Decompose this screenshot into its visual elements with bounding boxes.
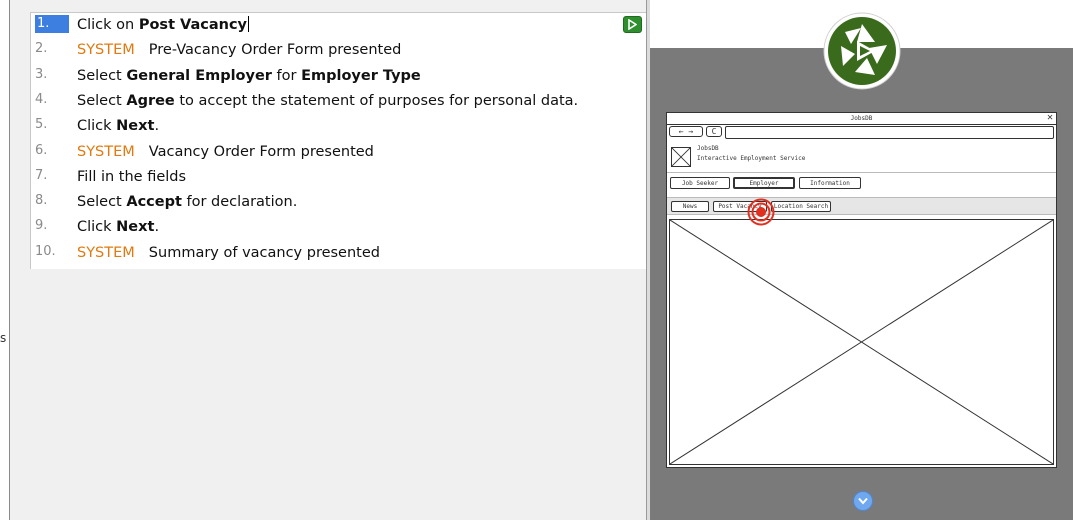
play-icon (628, 19, 637, 30)
forward-arrow-icon: → (688, 127, 694, 136)
wireframe-site-subtitle: Interactive Employment Service (697, 155, 806, 162)
steps-list[interactable]: 1. Click on Post Vacancy 2. SYSTEM Pre-Vacan… (30, 12, 646, 269)
system-tag: SYSTEM (77, 244, 135, 261)
step-number: 1. (35, 15, 69, 33)
wireframe-title-bar: JobsDB ✕ (667, 112, 1056, 125)
system-tag: SYSTEM (77, 42, 135, 59)
chevron-down-icon (858, 497, 868, 505)
text-caret (248, 16, 250, 32)
step-keyword: Next (116, 118, 155, 135)
wireframe-location-search-button: Location Search (771, 201, 831, 212)
step-number: 7. (35, 167, 48, 183)
wireframe-tab-job-seeker: Job Seeker (670, 177, 730, 189)
step-text-part: Click on (77, 17, 139, 33)
step-row[interactable]: 10. SYSTEM Summary of vacancy presented (31, 241, 646, 266)
wireframe-sub-toolbar: News Post Vacancy Location Search (667, 197, 1056, 215)
step-text: Select Accept for declaration. (77, 193, 297, 211)
step-row[interactable]: 1. Click on Post Vacancy (31, 13, 646, 38)
back-arrow-icon: ← (678, 127, 684, 136)
wireframe-back-forward: ← → (669, 126, 703, 137)
step-text-part: for declaration. (181, 194, 298, 211)
step-text: Select General Employer for Employer Typ… (77, 67, 421, 85)
step-number: 9. (35, 218, 48, 234)
step-text-part: . (154, 219, 160, 236)
step-number: 10. (35, 243, 56, 259)
step-row[interactable]: 3. Select General Employer for Employer T… (31, 64, 646, 89)
step-text: Click Next. (77, 117, 159, 135)
wireframe-news-button: News (671, 201, 709, 212)
step-row[interactable]: 4. Select Agree to accept the statement o… (31, 89, 646, 114)
step-text: Select Agree to accept the statement of … (77, 92, 578, 110)
step-text-part: Vacancy Order Form presented (148, 143, 374, 160)
wireframe-site-name: JobsDB (697, 145, 719, 152)
step-row[interactable]: 8. Select Accept for declaration. (31, 190, 646, 215)
wireframe-close-icon: ✕ (1046, 112, 1053, 123)
reload-icon: C (706, 126, 722, 137)
step-row[interactable]: 5. Click Next. (31, 114, 646, 139)
wireframe-tabs: Job Seeker Employer Information (667, 175, 1056, 191)
step-text-part: for (271, 67, 302, 84)
step-number: 4. (35, 91, 48, 107)
shutter-play-logo-icon (823, 12, 901, 90)
scroll-down-button[interactable] (853, 491, 873, 511)
step-keyword: Next (116, 219, 155, 236)
step-text: Click on Post Vacancy (77, 16, 250, 34)
step-keyword: Agree (126, 92, 175, 109)
step-text-part: Fill in the fields (77, 168, 187, 185)
step-text: SYSTEM Pre-Vacancy Order Form presented (77, 41, 401, 59)
step-number: 3. (35, 66, 48, 82)
left-cut-text: s (0, 331, 7, 345)
step-text-part: Pre-Vacancy Order Form presented (148, 42, 402, 59)
step-row[interactable]: 6. SYSTEM Vacancy Order Form presented (31, 140, 646, 165)
step-text-part: Select (77, 67, 127, 84)
wireframe-content-placeholder (669, 219, 1054, 465)
step-number: 2. (35, 41, 48, 57)
step-row[interactable]: 2. SYSTEM Pre-Vacancy Order Form presented (31, 38, 646, 63)
step-row[interactable]: 7. Fill in the fields (31, 165, 646, 190)
wireframe-tab-employer: Employer (733, 177, 795, 189)
step-text: SYSTEM Vacancy Order Form presented (77, 143, 374, 161)
system-tag: SYSTEM (77, 143, 135, 160)
click-target-marker-icon (747, 198, 775, 226)
wireframe-tab-information: Information (799, 177, 861, 189)
wireframe-nav-bar: ← → C (669, 126, 1054, 139)
step-keyword: General Employer (126, 67, 272, 84)
step-text-part: Click (77, 118, 117, 135)
step-keyword: Accept (126, 194, 182, 211)
step-text-part: Select (77, 194, 127, 211)
step-text-part: Select (77, 92, 127, 109)
step-text-part: Summary of vacancy presented (148, 244, 380, 261)
step-text: SYSTEM Summary of vacancy presented (77, 244, 380, 262)
run-step-button[interactable] (623, 16, 642, 33)
step-text: Fill in the fields (77, 168, 186, 186)
wireframe-image-placeholder-icon (671, 147, 691, 167)
step-keyword: Post Vacancy (138, 17, 248, 33)
wireframe-url-bar (725, 126, 1054, 139)
step-keyword: Employer Type (301, 67, 421, 84)
step-number: 5. (35, 117, 48, 133)
step-text-part: Click (77, 219, 117, 236)
step-number: 6. (35, 142, 48, 158)
step-text-part: to accept the statement of purposes for … (174, 92, 579, 109)
wireframe-window: JobsDB ✕ ← → C JobsDB Interactive Employ… (666, 112, 1057, 468)
step-text: Click Next. (77, 218, 159, 236)
step-text-part: . (154, 118, 160, 135)
wireframe-header: JobsDB Interactive Employment Service (667, 142, 1056, 173)
wireframe-title: JobsDB (850, 115, 873, 122)
steps-pane: 1. Click on Post Vacancy 2. SYSTEM Pre-Vacan… (10, 0, 646, 520)
step-row[interactable]: 9. Click Next. (31, 215, 646, 240)
step-number: 8. (35, 193, 48, 209)
